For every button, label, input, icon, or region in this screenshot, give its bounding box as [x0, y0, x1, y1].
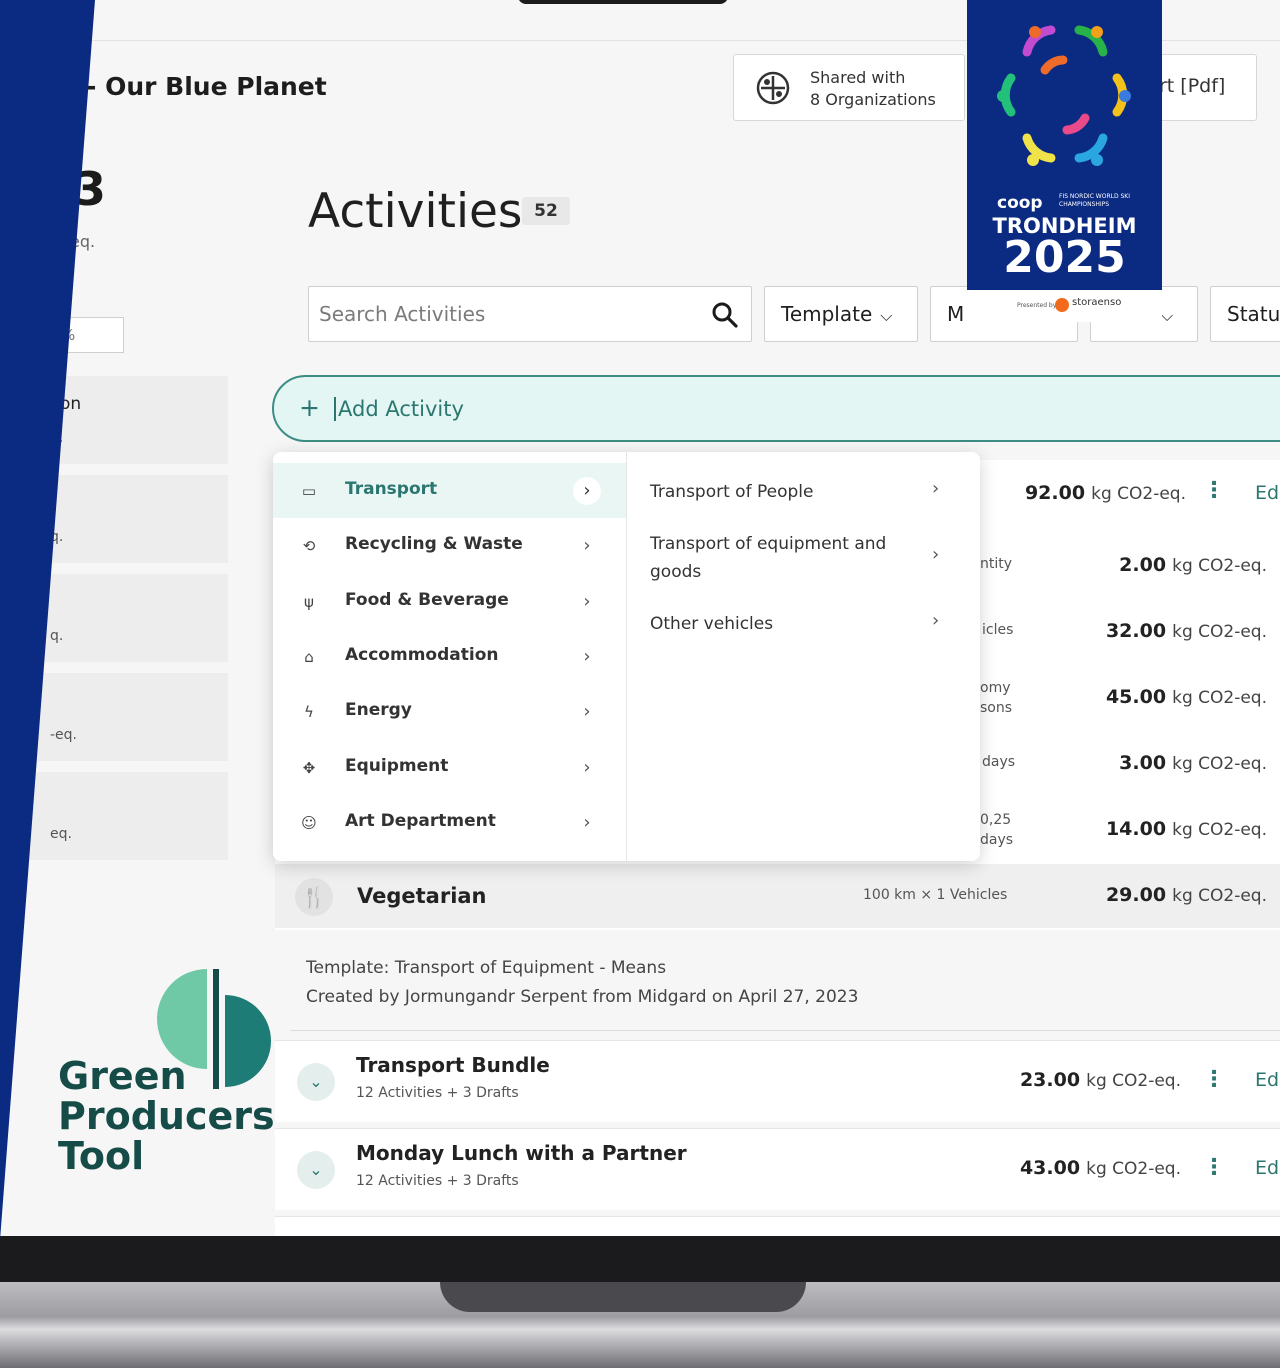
marketing-composition: - Our Blue Planet Shared with 8 Organiza…: [0, 0, 1280, 1368]
trondheim-2025-logo: coop FIS NORDIC WORLD SKI CHAMPIONSHIPS …: [967, 0, 1162, 322]
green-producers-tool-wordmark: Green Producers Tool: [58, 1056, 275, 1176]
year-text: 2025: [1003, 232, 1126, 283]
championship-emblem-icon: [997, 25, 1131, 166]
presented-by-text: Presented by: [1017, 302, 1057, 309]
coop-logo-text: coop: [997, 193, 1043, 213]
storaenso-text: storaenso: [1072, 297, 1122, 308]
gpt-line-3: Tool: [58, 1134, 145, 1178]
trondheim-panel: coop FIS NORDIC WORLD SKI CHAMPIONSHIPS …: [967, 0, 1162, 290]
fis-text: FIS NORDIC WORLD SKI CHAMPIONSHIPS: [1059, 193, 1131, 208]
gpt-line-2: Producers: [58, 1094, 275, 1138]
storaenso-sun-icon: [1055, 298, 1069, 312]
gpt-line-1: Green: [58, 1054, 187, 1098]
